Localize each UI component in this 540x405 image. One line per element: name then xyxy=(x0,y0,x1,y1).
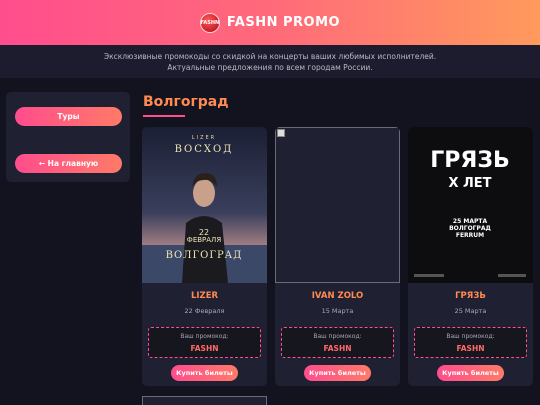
artist-name: ГРЯЗЬ xyxy=(455,291,486,301)
tours-button[interactable]: Туры xyxy=(15,107,122,126)
concert-card-partial xyxy=(142,396,267,405)
svg-text:ВОСХОД: ВОСХОД xyxy=(175,144,234,155)
svg-text:ВОЛГОГРАД: ВОЛГОГРАД xyxy=(166,250,243,261)
concert-card: IVAN ZOLO 15 Марта Ваш промокод: FASHN К… xyxy=(275,127,400,386)
artist-name: IVAN ZOLO xyxy=(311,291,364,301)
promo-label: Ваш промокод: xyxy=(313,333,362,340)
buy-tickets-button[interactable]: Купить билеты xyxy=(437,365,504,381)
subheader: Эксклюзивные промокоды со скидкой на кон… xyxy=(0,45,540,78)
concert-date: 25 Марта xyxy=(454,307,487,315)
buy-tickets-button[interactable]: Купить билеты xyxy=(304,365,371,381)
concert-card: LIZER ВОСХОД 22 ФЕВРАЛЯ ВОЛГОГРАД LIZER … xyxy=(142,127,267,386)
promo-code[interactable]: FASHN xyxy=(282,344,393,353)
svg-text:ГРЯЗЬ: ГРЯЗЬ xyxy=(430,148,509,173)
title-underline xyxy=(143,115,185,117)
logo-icon[interactable]: FASHN xyxy=(199,12,220,33)
broken-image-icon xyxy=(277,129,285,137)
poster-image-gryaz[interactable]: ГРЯЗЬ X ЛЕТ 25 МАРТА ВОЛГОГРАД FERRUM xyxy=(408,127,533,283)
concert-date: 22 Февраля xyxy=(184,307,225,315)
poster-image-broken[interactable] xyxy=(275,127,400,283)
sidebar: Туры ← На главную xyxy=(6,92,130,182)
svg-text:25 МАРТА: 25 МАРТА xyxy=(453,218,488,225)
promo-code[interactable]: FASHN xyxy=(149,344,260,353)
promo-label: Ваш промокод: xyxy=(180,333,229,340)
promo-box: Ваш промокод: FASHN xyxy=(148,327,261,358)
header: FASHN FASHN PROMO xyxy=(0,0,540,45)
svg-text:FERRUM: FERRUM xyxy=(456,232,484,239)
concert-date: 15 Марта xyxy=(321,307,354,315)
buy-tickets-button[interactable]: Купить билеты xyxy=(171,365,238,381)
home-button[interactable]: ← На главную xyxy=(15,154,122,173)
promo-code[interactable]: FASHN xyxy=(415,344,526,353)
site-title: FASHN PROMO xyxy=(226,15,341,30)
subheader-line-1: Эксклюзивные промокоды со скидкой на кон… xyxy=(103,52,437,61)
promo-box: Ваш промокод: FASHN xyxy=(281,327,394,358)
subheader-line-2: Актуальные предложения по всем городам Р… xyxy=(167,63,373,72)
artist-name: LIZER xyxy=(190,291,219,301)
svg-text:ВОЛГОГРАД: ВОЛГОГРАД xyxy=(449,225,491,232)
poster-image-broken[interactable] xyxy=(142,396,267,405)
svg-text:LIZER: LIZER xyxy=(192,135,216,141)
concert-card: ГРЯЗЬ X ЛЕТ 25 МАРТА ВОЛГОГРАД FERRUM ГР… xyxy=(408,127,533,386)
promo-label: Ваш промокод: xyxy=(446,333,495,340)
promo-box: Ваш промокод: FASHN xyxy=(414,327,527,358)
poster-image-lizer[interactable]: LIZER ВОСХОД 22 ФЕВРАЛЯ ВОЛГОГРАД xyxy=(142,127,267,283)
svg-text:X ЛЕТ: X ЛЕТ xyxy=(448,176,491,191)
page-title: Волгоград xyxy=(143,94,229,110)
svg-text:ФЕВРАЛЯ: ФЕВРАЛЯ xyxy=(187,236,222,244)
